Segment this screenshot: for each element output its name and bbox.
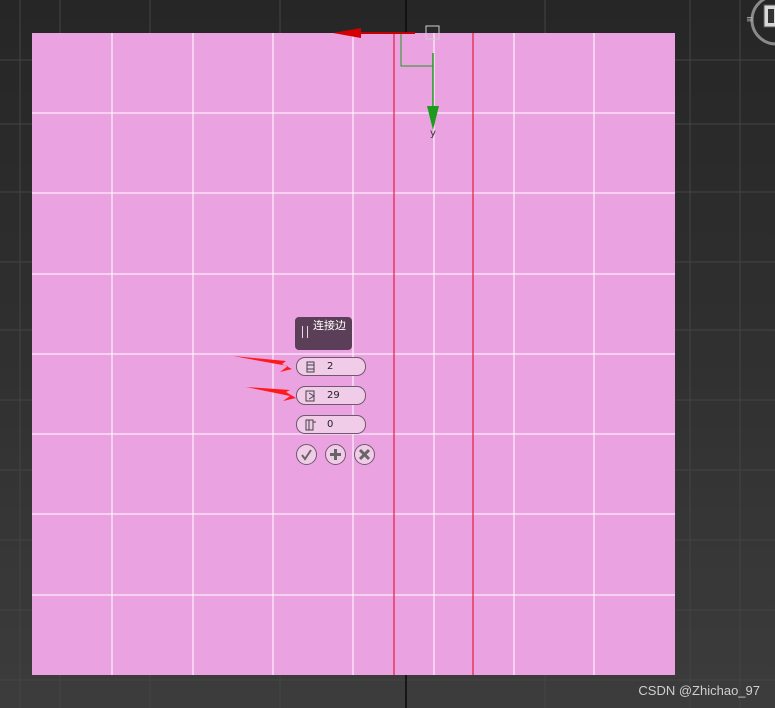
segments-field[interactable]: 2 bbox=[296, 357, 366, 376]
y-axis-label: y bbox=[430, 128, 436, 139]
svg-text:≡: ≡ bbox=[746, 15, 754, 25]
connect-edges-caddy: 连接边 2 29 0 bbox=[295, 317, 385, 477]
pinch-field[interactable]: 29 bbox=[296, 386, 366, 405]
x-axis-arrow-icon bbox=[333, 28, 361, 38]
annotation-arrow-segments-icon bbox=[233, 356, 292, 372]
ok-check-icon bbox=[301, 449, 312, 461]
apply-and-continue-button[interactable] bbox=[325, 444, 346, 465]
cancel-x-icon bbox=[358, 448, 371, 461]
caddy-title: 连接边 bbox=[313, 319, 346, 332]
slide-value[interactable]: 0 bbox=[327, 418, 333, 432]
annotation-arrow-pinch-icon bbox=[246, 387, 296, 401]
annotation-arrows bbox=[233, 356, 296, 401]
gizmo-center-box-icon bbox=[425, 25, 440, 40]
segments-icon bbox=[306, 361, 315, 373]
slide-field[interactable]: 0 bbox=[296, 415, 366, 434]
slide-icon bbox=[305, 419, 316, 431]
pinch-icon bbox=[305, 390, 315, 402]
viewcube-icon[interactable]: ≡ bbox=[746, 0, 775, 48]
cancel-button[interactable] bbox=[354, 444, 375, 465]
watermark: CSDN @Zhichao_97 bbox=[638, 683, 760, 698]
caddy-title-bar[interactable]: 连接边 bbox=[295, 317, 352, 350]
y-axis-arrow-icon bbox=[427, 106, 439, 130]
segments-value[interactable]: 2 bbox=[327, 360, 333, 374]
transform-gizmo[interactable]: y bbox=[325, 20, 455, 140]
ok-button[interactable] bbox=[296, 444, 317, 465]
apply-plus-icon bbox=[330, 449, 341, 460]
drag-grip-icon[interactable] bbox=[302, 326, 308, 338]
pinch-value[interactable]: 29 bbox=[327, 389, 340, 403]
